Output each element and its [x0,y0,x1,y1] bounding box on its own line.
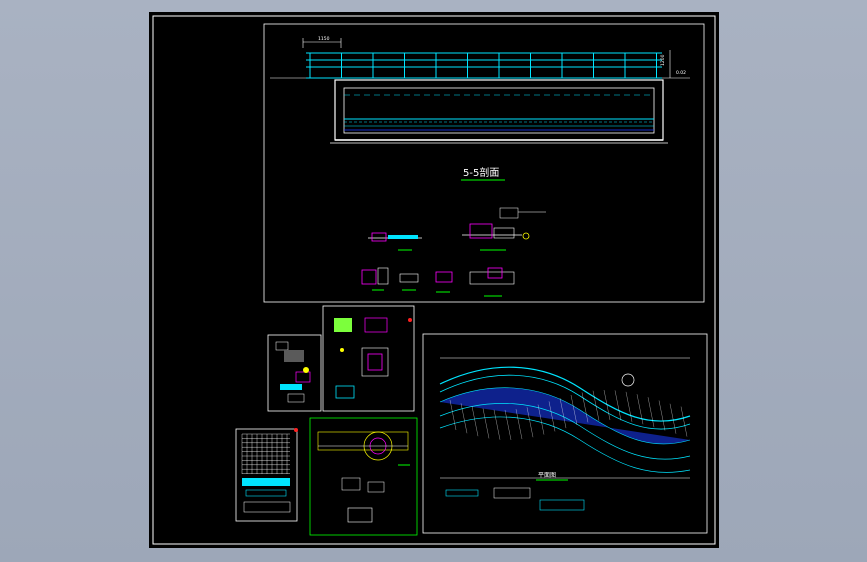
rebar-grid [241,433,290,474]
detail-panel-c [235,428,298,522]
cad-viewport[interactable]: 1150 1200 0.02 5-5剖面 平面图 [0,0,867,562]
detail-panel-d [309,417,418,536]
hatch-line [614,390,622,421]
curve-plan-title: 平面图 [538,472,556,479]
hatch-line [504,409,512,440]
section-panel-frame [263,23,705,303]
detail-panel-a [267,334,322,412]
box-girder [330,79,668,144]
right-elevation-label: 0.02 [676,70,686,76]
hatch-line [658,400,666,431]
hatch-line [482,408,490,439]
detail-group-2 [462,207,546,251]
section-title: 5-5剖面 [463,166,499,179]
detail-group-3 [361,267,515,297]
curve-plan-panel: 平面图 [422,333,708,534]
railing-height-dim: 1200 [660,54,666,66]
railing [270,52,690,79]
hatch-line [449,399,457,431]
section-panel: 1150 1200 0.02 5-5剖面 [263,23,705,303]
hatch-line [680,406,688,437]
hatch-line [669,403,677,434]
railing-width-dim: 1150 [318,36,330,42]
detail-group-1 [368,232,422,251]
hatch-line [625,391,633,422]
hatch-line [636,394,644,425]
hatch-line [592,390,600,421]
hatch-line [647,397,655,428]
railing-posts [309,53,657,78]
hatch-line [493,409,501,440]
cad-drawing: 1150 1200 0.02 5-5剖面 平面图 [152,15,716,545]
hatch-line [471,406,479,437]
detail-panel-b [322,305,415,412]
